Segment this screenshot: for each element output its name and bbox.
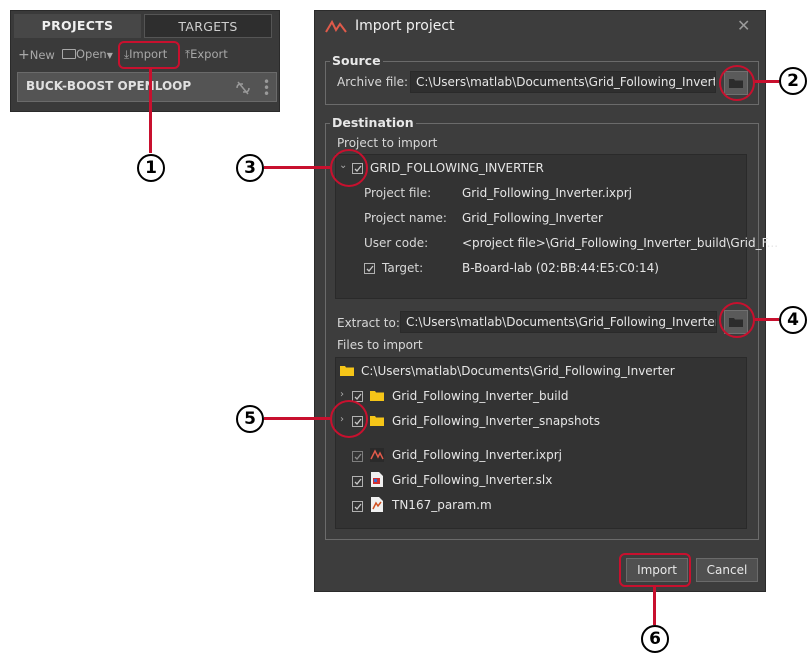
kebab-menu-icon[interactable]: • • • [263, 76, 270, 100]
open-button[interactable]: Open▼ [62, 47, 113, 61]
project-file-value: Grid_Following_Inverter.ixprj [462, 186, 632, 200]
target-value: B-Board-lab (02:BB:44:E5:C0:14) [462, 261, 659, 275]
project-item[interactable]: BUCK-BOOST OPENLOOP • • • [17, 72, 277, 102]
project-to-import-label: Project to import [337, 136, 438, 150]
callout-6: 6 [641, 625, 669, 653]
callout-1: 1 [137, 154, 165, 182]
file-item-label: TN167_param.m [392, 498, 492, 512]
callout-line [264, 166, 330, 169]
callout-5: 5 [236, 405, 264, 433]
dialog-title: Import project [355, 18, 455, 34]
project-name-value: Grid_Following_Inverter [462, 211, 603, 225]
folder-open-icon [62, 49, 76, 59]
callout-line [149, 69, 152, 153]
extract-to-input[interactable]: C:\Users\matlab\Documents\Grid_Following… [400, 311, 717, 333]
plus-icon: + [18, 47, 30, 63]
extract-to-label: Extract to: [337, 316, 400, 330]
callout-4: 4 [779, 306, 807, 334]
matlab-file-icon [371, 497, 383, 512]
source-legend: Source [330, 53, 383, 68]
tab-projects[interactable]: PROJECTS [14, 14, 141, 38]
highlight-import-button [619, 553, 691, 587]
highlight-snapshots-checkbox [330, 400, 368, 438]
callout-line [264, 417, 330, 420]
file-item-label: Grid_Following_Inverter.ixprj [392, 448, 562, 462]
app-logo-icon [325, 19, 347, 33]
export-label: Export [190, 47, 228, 61]
user-code-label: User code: [364, 236, 429, 250]
check-icon [354, 478, 362, 485]
callout-2: 2 [779, 67, 807, 95]
project-file-icon [370, 448, 384, 462]
highlight-import [118, 41, 180, 69]
simulink-file-icon [371, 472, 383, 487]
chevron-right-icon[interactable]: › [340, 389, 344, 400]
file-item-label: Grid_Following_Inverter_snapshots [392, 414, 600, 428]
file-checkbox [352, 451, 363, 462]
export-button[interactable]: ⤒Export [185, 47, 228, 62]
chevron-down-icon: ▼ [106, 51, 113, 60]
file-checkbox[interactable] [352, 501, 363, 512]
project-file-label: Project file: [364, 186, 432, 200]
target-checkbox[interactable] [364, 263, 375, 274]
project-root-label: GRID_FOLLOWING_INVERTER [370, 161, 544, 175]
files-tree-panel: C:\Users\matlab\Documents\Grid_Following… [335, 357, 747, 529]
user-code-value: <project file>\Grid_Following_Inverter_b… [462, 236, 779, 250]
import-project-dialog: Import project ✕ Source Archive file: C:… [314, 10, 778, 592]
project-tree-panel: ⌄ GRID_FOLLOWING_INVERTER Project file: … [335, 154, 778, 299]
new-button[interactable]: +New [18, 47, 55, 63]
close-icon[interactable]: ✕ [737, 16, 750, 35]
target-label: Target: [382, 261, 424, 275]
check-icon [354, 453, 362, 460]
highlight-browse-archive [719, 65, 755, 101]
check-icon [366, 265, 374, 272]
cancel-button[interactable]: Cancel [696, 558, 758, 582]
unlink-icon[interactable] [235, 81, 251, 95]
project-item-name: BUCK-BOOST OPENLOOP [26, 79, 192, 93]
callout-line [653, 587, 656, 625]
callout-line [755, 318, 779, 321]
archive-file-label: Archive file: [337, 75, 409, 89]
file-checkbox[interactable] [352, 476, 363, 487]
file-item-label: Grid_Following_Inverter_build [392, 389, 569, 403]
callout-line [755, 80, 779, 83]
destination-legend: Destination [330, 115, 416, 130]
open-label: Open [76, 47, 107, 61]
files-root-label: C:\Users\matlab\Documents\Grid_Following… [361, 364, 675, 378]
check-icon [354, 393, 362, 400]
check-icon [354, 503, 362, 510]
folder-icon [340, 366, 354, 376]
folder-icon [370, 391, 384, 401]
callout-3: 3 [236, 154, 264, 182]
tab-targets[interactable]: TARGETS [144, 14, 272, 38]
files-to-import-label: Files to import [337, 338, 423, 352]
file-item-label: Grid_Following_Inverter.slx [392, 473, 553, 487]
highlight-browse-extract [719, 302, 755, 338]
new-label: New [29, 48, 55, 62]
highlight-project-checkbox [330, 149, 368, 187]
project-name-label: Project name: [364, 211, 447, 225]
archive-file-input[interactable]: C:\Users\matlab\Documents\Grid_Following… [410, 71, 716, 93]
folder-icon [370, 416, 384, 426]
